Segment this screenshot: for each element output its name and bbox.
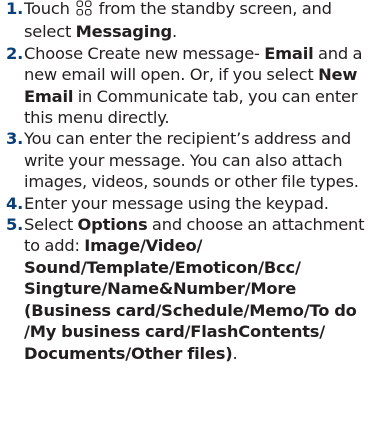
step-text: .	[232, 343, 238, 363]
step-number: 3.	[6, 129, 24, 149]
step-number: 5.	[6, 215, 24, 235]
step-4: 4. Enter your message using the keypad.	[6, 193, 367, 214]
step-1: 1. Touch from the standby screen, and sel…	[6, 0, 367, 43]
step-text: Choose Create new message-	[24, 43, 265, 63]
step-3: 3. You can enter the recipient’s address …	[6, 128, 367, 192]
step-text: You can enter the recipient’s address an…	[24, 129, 359, 192]
step-text: Enter your message using the keypad.	[24, 193, 329, 213]
step-text: .	[171, 22, 177, 42]
step-bold-term: Messaging	[75, 22, 172, 42]
step-text: Select	[24, 215, 78, 235]
instruction-list: 1. Touch from the standby screen, and sel…	[0, 0, 371, 432]
step-text: Touch	[24, 0, 75, 18]
step-number: 2.	[6, 43, 24, 63]
step-number: 1.	[6, 0, 24, 18]
step-number: 4.	[6, 193, 24, 213]
step-2: 2. Choose Create new message- Email and a…	[6, 43, 367, 129]
step-text: in Communicate tab, you can enter this m…	[24, 86, 358, 128]
step-bold-term: Email	[264, 43, 314, 63]
step-5: 5. Select Options and choose an attachmen…	[6, 214, 367, 364]
menu-grid-icon	[76, 0, 92, 21]
step-bold-term: Options	[77, 215, 148, 235]
